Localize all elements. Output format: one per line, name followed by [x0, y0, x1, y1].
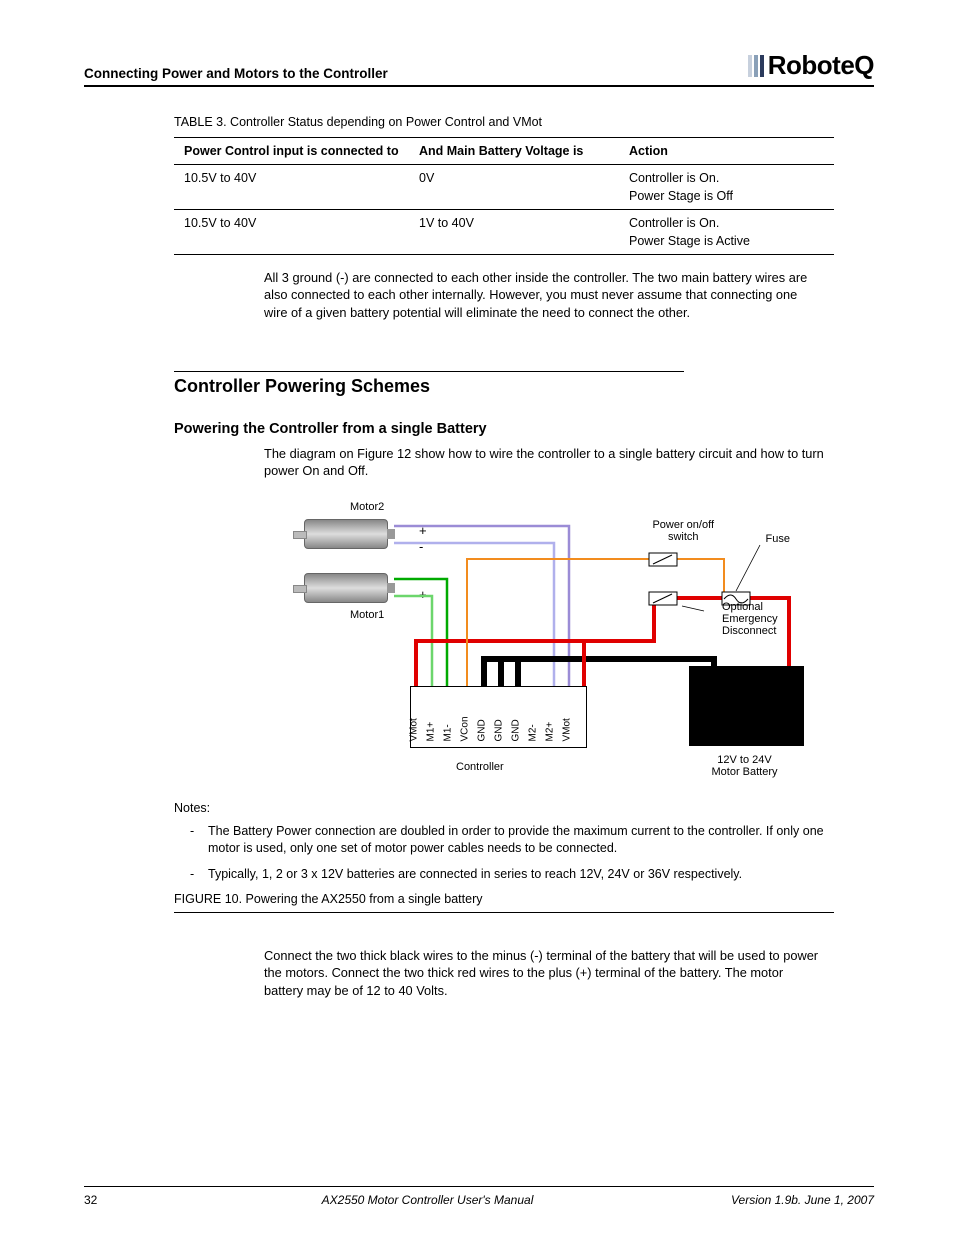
subsection-heading: Powering the Controller from a single Ba… — [174, 421, 874, 437]
switch-label: Power on/off switch — [652, 519, 714, 543]
logo-bars-icon — [748, 55, 766, 77]
col-header: Action — [619, 138, 834, 165]
battery-icon — [689, 666, 804, 746]
body-paragraph: The diagram on Figure 12 show how to wir… — [264, 445, 824, 480]
brand-logo: RoboteQ — [748, 50, 874, 81]
wiring-diagram: Motor2 Motor1 +- -+ — [304, 501, 824, 791]
figure-rule — [174, 912, 834, 913]
section-title: Connecting Power and Motors to the Contr… — [84, 66, 388, 81]
body-paragraph: All 3 ground (-) are connected to each o… — [264, 269, 824, 321]
optional-disconnect-label: Optional Emergency Disconnect — [722, 601, 802, 637]
page-footer: 32 AX2550 Motor Controller User's Manual… — [84, 1186, 874, 1207]
notes-list: The Battery Power connection are doubled… — [190, 823, 830, 882]
page-header: Connecting Power and Motors to the Contr… — [84, 50, 874, 87]
fuse-label: Fuse — [766, 533, 790, 545]
col-header: Power Control input is connected to — [174, 138, 409, 165]
controller-label: Controller — [456, 761, 504, 773]
section-rule — [174, 371, 684, 372]
footer-version: Version 1.9b. June 1, 2007 — [731, 1193, 874, 1207]
body-paragraph: Connect the two thick black wires to the… — [264, 947, 824, 999]
battery-label: 12V to 24V Motor Battery — [687, 754, 802, 778]
list-item: Typically, 1, 2 or 3 x 12V batteries are… — [190, 866, 830, 882]
page-number: 32 — [84, 1193, 124, 1207]
table-row: 10.5V to 40V0V Controller is On.Power St… — [174, 165, 834, 210]
status-table: Power Control input is connected to And … — [174, 137, 834, 255]
section-heading: Controller Powering Schemes — [174, 376, 874, 397]
figure-caption: FIGURE 10. Powering the AX2550 from a si… — [174, 892, 874, 906]
list-item: The Battery Power connection are doubled… — [190, 823, 830, 856]
notes-heading: Notes: — [174, 801, 874, 815]
pin-labels: VMotM1+M1-VConGNDGNDGNDM2-M2+VMot — [414, 691, 584, 702]
footer-title: AX2550 Motor Controller User's Manual — [322, 1193, 534, 1207]
col-header: And Main Battery Voltage is — [409, 138, 619, 165]
table-row: 10.5V to 40V1V to 40V Controller is On.P… — [174, 210, 834, 255]
table-caption: TABLE 3. Controller Status depending on … — [174, 115, 874, 129]
